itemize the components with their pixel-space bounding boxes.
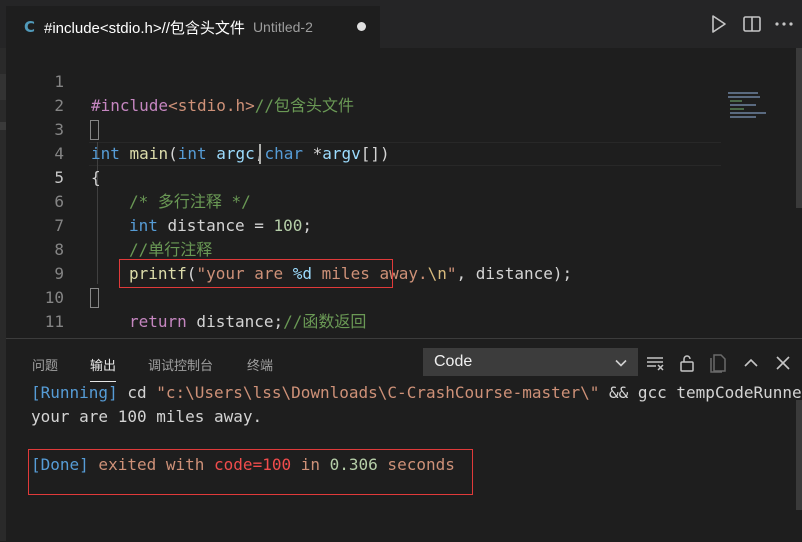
clear-output-icon[interactable] [644, 352, 666, 374]
keyword: return [129, 312, 187, 331]
bracket-match-box [90, 120, 99, 140]
return-highlight-box [119, 259, 393, 288]
bracket-match-box [90, 288, 99, 308]
code-line-8[interactable]: 8 printf("your are %d miles away.\n", di… [6, 214, 802, 283]
editor-scrollbar[interactable] [796, 48, 802, 208]
c-language-icon: C [24, 18, 36, 36]
maximize-panel-icon[interactable] [740, 352, 762, 374]
tab-problems[interactable]: 问题 [32, 355, 58, 374]
unsaved-dot-icon[interactable] [357, 22, 366, 31]
code-line-6[interactable]: 6 int distance = 100; [6, 166, 802, 235]
command-prefix: cd [117, 383, 157, 402]
open-log-file-icon[interactable] [708, 352, 730, 374]
output-channel-label: Code [434, 353, 473, 370]
code-line-7[interactable]: 7 //单行注释 [6, 190, 802, 259]
split-editor-icon[interactable] [740, 12, 764, 36]
tab-output[interactable]: 输出 [90, 355, 117, 382]
tab-description: Untitled-2 [252, 19, 313, 35]
output-channel-select[interactable]: Code [423, 348, 638, 376]
command-rest: && gcc tempCodeRunne [599, 383, 802, 402]
running-tag: [Running] [31, 383, 118, 402]
tab-terminal[interactable]: 终端 [247, 355, 273, 374]
code-line-4[interactable]: 4 { [6, 118, 802, 187]
run-icon[interactable] [706, 12, 730, 36]
statement: distance; [186, 312, 284, 331]
bottom-panel: 问题 输出 调试控制台 终端 Code [Running] cd "c:\Use… [6, 338, 802, 542]
output-running-line: [Running] cd "c:\Users\lss\Downloads\C-C… [31, 381, 802, 405]
code-line-1[interactable]: 1 #include<stdio.h>//包含头文件 [6, 46, 802, 115]
lock-icon[interactable] [676, 352, 698, 374]
code-line-2[interactable]: 2 [6, 70, 802, 115]
code-editor[interactable]: 1 #include<stdio.h>//包含头文件 2 3 int main(… [6, 46, 802, 355]
tab-bar: C #include<stdio.h>//包含头文件 Untitled-2 [0, 0, 802, 48]
program-output-line: your are 100 miles away. [31, 405, 262, 429]
done-highlight-box [28, 449, 473, 495]
close-panel-icon[interactable] [772, 352, 794, 374]
text-cursor [259, 144, 261, 164]
minimap[interactable] [728, 92, 788, 122]
line-number: 11 [44, 312, 64, 331]
panel-scrollbar[interactable] [796, 400, 802, 510]
code-line-3[interactable]: 3 int main(int argc,char *argv[]) [6, 94, 802, 163]
comment: //函数返回 [283, 312, 367, 331]
tab-debug-console[interactable]: 调试控制台 [148, 355, 213, 374]
editor-tab[interactable]: C #include<stdio.h>//包含头文件 Untitled-2 [6, 6, 380, 48]
code-line-5[interactable]: 5 /* 多行注释 */ [6, 142, 802, 211]
chevron-down-icon [614, 355, 628, 374]
more-icon[interactable] [772, 12, 796, 36]
tab-title: #include<stdio.h>//包含头文件 [44, 19, 245, 37]
program-output: your are 100 miles away. [31, 407, 263, 426]
code-line-11[interactable]: 11 } [6, 286, 802, 355]
command-path: "c:\Users\lss\Downloads\C-CrashCourse-ma… [156, 383, 600, 402]
